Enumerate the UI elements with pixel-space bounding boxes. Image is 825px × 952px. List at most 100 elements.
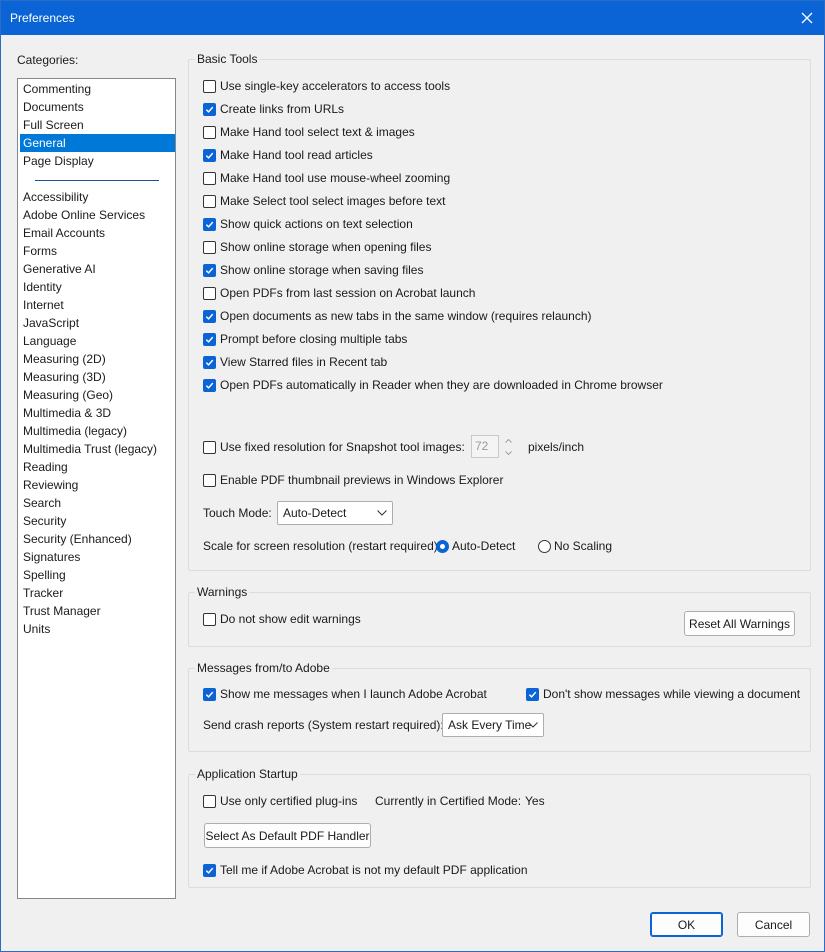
category-item[interactable]: Adobe Online Services xyxy=(20,206,175,224)
checkbox-hand-wheel-zoom[interactable]: Make Hand tool use mouse-wheel zooming xyxy=(203,169,450,187)
checkbox-online-storage-open[interactable]: Show online storage when opening files xyxy=(203,238,431,256)
checkbox-online-storage-save[interactable]: Show online storage when saving files xyxy=(203,261,423,279)
messages-group xyxy=(188,668,811,752)
category-item[interactable]: Tracker xyxy=(20,584,175,602)
category-item[interactable]: Security xyxy=(20,512,175,530)
chevron-down-icon xyxy=(504,450,512,455)
category-item[interactable]: Page Display xyxy=(20,152,175,170)
checkbox-dont-show-viewing[interactable]: Don't show messages while viewing a docu… xyxy=(526,685,800,703)
checkbox-fixed-resolution[interactable]: Use fixed resolution for Snapshot tool i… xyxy=(203,438,465,456)
checkbox-unchecked-icon xyxy=(203,286,216,300)
checkbox-new-tabs[interactable]: Open documents as new tabs in the same w… xyxy=(203,307,592,325)
category-item[interactable]: Forms xyxy=(20,242,175,260)
checkbox-tell-default-app[interactable]: Tell me if Adobe Acrobat is not my defau… xyxy=(203,861,528,879)
category-item[interactable]: Internet xyxy=(20,296,175,314)
chevron-up-icon xyxy=(504,438,512,443)
checkbox-checked-icon xyxy=(203,263,216,277)
resolution-unit: pixels/inch xyxy=(528,440,585,454)
certified-mode-value: Yes xyxy=(525,794,545,808)
checkbox-starred-recent[interactable]: View Starred files in Recent tab xyxy=(203,353,387,371)
checkbox-unchecked-icon xyxy=(203,194,216,208)
default-pdf-handler-button[interactable]: Select As Default PDF Handler xyxy=(204,823,371,848)
checkbox-hand-select-text[interactable]: Make Hand tool select text & images xyxy=(203,123,415,141)
resolution-stepper[interactable]: 72 xyxy=(471,435,515,458)
checkbox-thumbnail-previews[interactable]: Enable PDF thumbnail previews in Windows… xyxy=(203,471,503,489)
touch-mode-select[interactable]: Auto-Detect xyxy=(277,501,393,525)
category-item[interactable]: Commenting xyxy=(20,80,175,98)
checkbox-unchecked-icon xyxy=(203,171,216,185)
category-item[interactable]: Reading xyxy=(20,458,175,476)
category-item[interactable]: Signatures xyxy=(20,548,175,566)
resolution-down-button[interactable] xyxy=(501,447,515,458)
checkbox-checked-icon xyxy=(203,863,216,877)
chevron-down-icon xyxy=(377,510,387,516)
checkbox-unchecked-icon xyxy=(203,473,216,487)
checkbox-create-links[interactable]: Create links from URLs xyxy=(203,100,344,118)
category-item[interactable]: Documents xyxy=(20,98,175,116)
touch-mode-value: Auto-Detect xyxy=(283,506,347,520)
radio-no-scaling[interactable]: No Scaling xyxy=(538,537,612,555)
category-item[interactable]: Trust Manager xyxy=(20,602,175,620)
checkbox-checked-icon xyxy=(203,355,216,369)
checkbox-select-images-first[interactable]: Make Select tool select images before te… xyxy=(203,192,445,210)
checkbox-no-edit-warnings[interactable]: Do not show edit warnings xyxy=(203,610,361,628)
category-item[interactable]: Email Accounts xyxy=(20,224,175,242)
warnings-title: Warnings xyxy=(195,585,250,599)
category-separator xyxy=(35,180,159,181)
resolution-up-button[interactable] xyxy=(501,435,515,446)
checkbox-quick-actions[interactable]: Show quick actions on text selection xyxy=(203,215,413,233)
certified-mode-label: Currently in Certified Mode: xyxy=(375,794,522,808)
startup-title: Application Startup xyxy=(195,767,300,781)
reset-warnings-button[interactable]: Reset All Warnings xyxy=(684,611,795,636)
basic-tools-title: Basic Tools xyxy=(195,52,260,66)
checkbox-checked-icon xyxy=(526,687,539,701)
category-item[interactable]: Measuring (2D) xyxy=(20,350,175,368)
checkbox-unchecked-icon xyxy=(203,794,216,808)
categories-list[interactable]: Commenting Documents Full Screen General… xyxy=(17,78,176,899)
checkbox-unchecked-icon xyxy=(203,440,216,454)
scale-label: Scale for screen resolution (restart req… xyxy=(203,539,442,553)
radio-indicator xyxy=(436,539,449,553)
close-button[interactable] xyxy=(790,1,824,35)
category-item[interactable]: Multimedia & 3D xyxy=(20,404,175,422)
category-item[interactable]: Security (Enhanced) xyxy=(20,530,175,548)
category-item[interactable]: Multimedia Trust (legacy) xyxy=(20,440,175,458)
checkbox-show-messages-launch[interactable]: Show me messages when I launch Adobe Acr… xyxy=(203,685,487,703)
checkbox-checked-icon xyxy=(203,309,216,323)
checkbox-hand-read-articles[interactable]: Make Hand tool read articles xyxy=(203,146,373,164)
category-item-selected[interactable]: General xyxy=(20,134,175,152)
category-item[interactable]: Units xyxy=(20,620,175,638)
crash-reports-select[interactable]: Ask Every Time xyxy=(442,713,544,737)
close-icon xyxy=(801,12,813,24)
checkbox-single-key-accelerators[interactable]: Use single-key accelerators to access to… xyxy=(203,77,450,95)
category-item[interactable]: Language xyxy=(20,332,175,350)
cancel-button[interactable]: Cancel xyxy=(737,912,810,937)
category-item[interactable]: Measuring (3D) xyxy=(20,368,175,386)
category-item[interactable]: Multimedia (legacy) xyxy=(20,422,175,440)
category-item[interactable]: Full Screen xyxy=(20,116,175,134)
category-item[interactable]: Generative AI xyxy=(20,260,175,278)
category-item[interactable]: JavaScript xyxy=(20,314,175,332)
checkbox-checked-icon xyxy=(203,378,216,392)
checkbox-certified-plugins[interactable]: Use only certified plug-ins xyxy=(203,792,357,810)
window-title: Preferences xyxy=(10,11,75,25)
resolution-input[interactable]: 72 xyxy=(471,435,499,458)
category-item[interactable]: Spelling xyxy=(20,566,175,584)
checkbox-prompt-close-tabs[interactable]: Prompt before closing multiple tabs xyxy=(203,330,407,348)
category-item[interactable]: Search xyxy=(20,494,175,512)
checkbox-last-session[interactable]: Open PDFs from last session on Acrobat l… xyxy=(203,284,475,302)
category-item[interactable]: Measuring (Geo) xyxy=(20,386,175,404)
category-item[interactable]: Reviewing xyxy=(20,476,175,494)
category-item[interactable]: Accessibility xyxy=(20,188,175,206)
crash-reports-value: Ask Every Time xyxy=(448,718,532,732)
checkbox-open-in-reader-chrome[interactable]: Open PDFs automatically in Reader when t… xyxy=(203,376,663,394)
ok-button[interactable]: OK xyxy=(650,912,723,937)
category-item[interactable]: Identity xyxy=(20,278,175,296)
checkbox-unchecked-icon xyxy=(203,240,216,254)
checkbox-checked-icon xyxy=(203,332,216,346)
title-bar: Preferences xyxy=(1,1,824,35)
checkbox-checked-icon xyxy=(203,687,216,701)
radio-auto-detect[interactable]: Auto-Detect xyxy=(436,537,515,555)
categories-label: Categories: xyxy=(17,53,79,67)
checkbox-unchecked-icon xyxy=(203,612,216,626)
